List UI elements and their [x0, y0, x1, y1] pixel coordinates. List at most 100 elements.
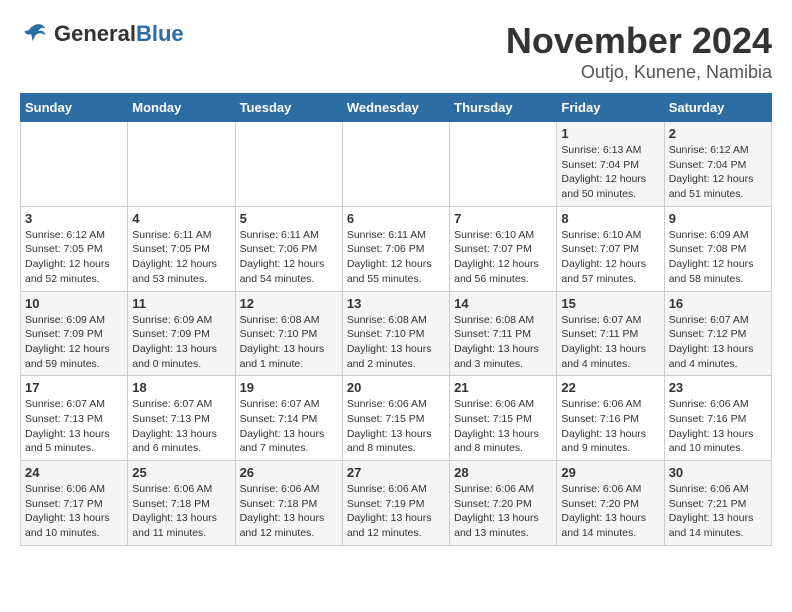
day-number: 6 — [347, 211, 445, 226]
calendar-cell: 18Sunrise: 6:07 AM Sunset: 7:13 PM Dayli… — [128, 376, 235, 461]
calendar-cell: 29 Sunrise: 6:06 AM Sunset: 7:20 PM Dayli… — [557, 461, 664, 546]
day-info: Sunrise: 6:06 AM Sunset: 7:18 PM Dayligh… — [240, 482, 338, 541]
calendar-cell — [450, 122, 557, 207]
day-number: 5 — [240, 211, 338, 226]
calendar-cell — [342, 122, 449, 207]
day-info: Sunrise: 6:09 AM Sunset: 7:09 PM Dayligh… — [132, 313, 230, 372]
calendar-cell: 15Sunrise: 6:07 AM Sunset: 7:11 PM Dayli… — [557, 291, 664, 376]
day-number: 10 — [25, 296, 123, 311]
day-info: Sunrise: 6:11 AM Sunset: 7:05 PM Dayligh… — [132, 228, 230, 287]
calendar-cell: 7 Sunrise: 6:10 AM Sunset: 7:07 PM Daylig… — [450, 206, 557, 291]
day-info: Sunrise: 6:06 AM Sunset: 7:20 PM Dayligh… — [454, 482, 552, 541]
calendar-cell — [235, 122, 342, 207]
weekday-header: Sunday — [21, 94, 128, 122]
calendar-cell: 21 Sunrise: 6:06 AM Sunset: 7:15 PM Dayli… — [450, 376, 557, 461]
day-number: 1 — [561, 126, 659, 141]
calendar-cell: 9 Sunrise: 6:09 AM Sunset: 7:08 PM Daylig… — [664, 206, 771, 291]
title-block: November 2024 Outjo, Kunene, Namibia — [506, 20, 772, 83]
calendar-week-row: 1 Sunrise: 6:13 AM Sunset: 7:04 PM Daylig… — [21, 122, 772, 207]
day-number: 23 — [669, 380, 767, 395]
calendar-cell — [128, 122, 235, 207]
day-number: 20 — [347, 380, 445, 395]
day-info: Sunrise: 6:06 AM Sunset: 7:16 PM Dayligh… — [669, 397, 767, 456]
logo-bird-icon — [20, 20, 48, 48]
calendar-cell: 11Sunrise: 6:09 AM Sunset: 7:09 PM Dayli… — [128, 291, 235, 376]
day-info: Sunrise: 6:06 AM Sunset: 7:16 PM Dayligh… — [561, 397, 659, 456]
calendar-cell: 20Sunrise: 6:06 AM Sunset: 7:15 PM Dayli… — [342, 376, 449, 461]
day-info: Sunrise: 6:07 AM Sunset: 7:12 PM Dayligh… — [669, 313, 767, 372]
day-info: Sunrise: 6:12 AM Sunset: 7:05 PM Dayligh… — [25, 228, 123, 287]
day-info: Sunrise: 6:11 AM Sunset: 7:06 PM Dayligh… — [240, 228, 338, 287]
day-number: 28 — [454, 465, 552, 480]
calendar: SundayMondayTuesdayWednesdayThursdayFrid… — [20, 93, 772, 546]
day-number: 22 — [561, 380, 659, 395]
weekday-header-row: SundayMondayTuesdayWednesdayThursdayFrid… — [21, 94, 772, 122]
day-number: 24 — [25, 465, 123, 480]
day-info: Sunrise: 6:06 AM Sunset: 7:19 PM Dayligh… — [347, 482, 445, 541]
day-number: 12 — [240, 296, 338, 311]
day-number: 29 — [561, 465, 659, 480]
weekday-header: Friday — [557, 94, 664, 122]
day-number: 18 — [132, 380, 230, 395]
day-info: Sunrise: 6:08 AM Sunset: 7:11 PM Dayligh… — [454, 313, 552, 372]
day-number: 25 — [132, 465, 230, 480]
calendar-cell: 2 Sunrise: 6:12 AM Sunset: 7:04 PM Daylig… — [664, 122, 771, 207]
day-info: Sunrise: 6:09 AM Sunset: 7:08 PM Dayligh… — [669, 228, 767, 287]
day-number: 14 — [454, 296, 552, 311]
calendar-cell — [21, 122, 128, 207]
day-info: Sunrise: 6:13 AM Sunset: 7:04 PM Dayligh… — [561, 143, 659, 202]
calendar-week-row: 24 Sunrise: 6:06 AM Sunset: 7:17 PM Dayli… — [21, 461, 772, 546]
day-info: Sunrise: 6:11 AM Sunset: 7:06 PM Dayligh… — [347, 228, 445, 287]
month-title: November 2024 — [506, 20, 772, 62]
day-info: Sunrise: 6:06 AM Sunset: 7:21 PM Dayligh… — [669, 482, 767, 541]
day-number: 9 — [669, 211, 767, 226]
day-info: Sunrise: 6:06 AM Sunset: 7:20 PM Dayligh… — [561, 482, 659, 541]
logo: GeneralBlue — [20, 20, 184, 48]
calendar-cell: 24 Sunrise: 6:06 AM Sunset: 7:17 PM Dayli… — [21, 461, 128, 546]
logo-text: GeneralBlue — [54, 23, 184, 46]
day-info: Sunrise: 6:08 AM Sunset: 7:10 PM Dayligh… — [240, 313, 338, 372]
calendar-cell: 10 Sunrise: 6:09 AM Sunset: 7:09 PM Dayli… — [21, 291, 128, 376]
day-info: Sunrise: 6:09 AM Sunset: 7:09 PM Dayligh… — [25, 313, 123, 372]
day-info: Sunrise: 6:10 AM Sunset: 7:07 PM Dayligh… — [454, 228, 552, 287]
day-number: 3 — [25, 211, 123, 226]
calendar-week-row: 17 Sunrise: 6:07 AM Sunset: 7:13 PM Dayli… — [21, 376, 772, 461]
page-header: GeneralBlue November 2024 Outjo, Kunene,… — [20, 20, 772, 83]
day-info: Sunrise: 6:06 AM Sunset: 7:18 PM Dayligh… — [132, 482, 230, 541]
calendar-cell: 25 Sunrise: 6:06 AM Sunset: 7:18 PM Dayli… — [128, 461, 235, 546]
calendar-cell: 16 Sunrise: 6:07 AM Sunset: 7:12 PM Dayli… — [664, 291, 771, 376]
day-number: 2 — [669, 126, 767, 141]
calendar-cell: 3 Sunrise: 6:12 AM Sunset: 7:05 PM Daylig… — [21, 206, 128, 291]
day-info: Sunrise: 6:06 AM Sunset: 7:15 PM Dayligh… — [454, 397, 552, 456]
calendar-cell: 13 Sunrise: 6:08 AM Sunset: 7:10 PM Dayli… — [342, 291, 449, 376]
calendar-cell: 30Sunrise: 6:06 AM Sunset: 7:21 PM Dayli… — [664, 461, 771, 546]
calendar-cell: 23 Sunrise: 6:06 AM Sunset: 7:16 PM Dayli… — [664, 376, 771, 461]
day-number: 17 — [25, 380, 123, 395]
calendar-cell: 26 Sunrise: 6:06 AM Sunset: 7:18 PM Dayli… — [235, 461, 342, 546]
day-number: 7 — [454, 211, 552, 226]
day-info: Sunrise: 6:07 AM Sunset: 7:14 PM Dayligh… — [240, 397, 338, 456]
calendar-cell: 4Sunrise: 6:11 AM Sunset: 7:05 PM Daylig… — [128, 206, 235, 291]
calendar-cell: 5 Sunrise: 6:11 AM Sunset: 7:06 PM Daylig… — [235, 206, 342, 291]
day-number: 21 — [454, 380, 552, 395]
day-info: Sunrise: 6:08 AM Sunset: 7:10 PM Dayligh… — [347, 313, 445, 372]
weekday-header: Thursday — [450, 94, 557, 122]
day-number: 8 — [561, 211, 659, 226]
weekday-header: Saturday — [664, 94, 771, 122]
calendar-cell: 17 Sunrise: 6:07 AM Sunset: 7:13 PM Dayli… — [21, 376, 128, 461]
day-number: 26 — [240, 465, 338, 480]
calendar-cell: 27 Sunrise: 6:06 AM Sunset: 7:19 PM Dayli… — [342, 461, 449, 546]
calendar-cell: 8 Sunrise: 6:10 AM Sunset: 7:07 PM Daylig… — [557, 206, 664, 291]
calendar-week-row: 10 Sunrise: 6:09 AM Sunset: 7:09 PM Dayli… — [21, 291, 772, 376]
calendar-cell: 28 Sunrise: 6:06 AM Sunset: 7:20 PM Dayli… — [450, 461, 557, 546]
day-info: Sunrise: 6:07 AM Sunset: 7:13 PM Dayligh… — [25, 397, 123, 456]
day-info: Sunrise: 6:12 AM Sunset: 7:04 PM Dayligh… — [669, 143, 767, 202]
calendar-cell: 1 Sunrise: 6:13 AM Sunset: 7:04 PM Daylig… — [557, 122, 664, 207]
day-info: Sunrise: 6:10 AM Sunset: 7:07 PM Dayligh… — [561, 228, 659, 287]
day-info: Sunrise: 6:06 AM Sunset: 7:17 PM Dayligh… — [25, 482, 123, 541]
day-number: 13 — [347, 296, 445, 311]
day-number: 27 — [347, 465, 445, 480]
day-number: 16 — [669, 296, 767, 311]
weekday-header: Wednesday — [342, 94, 449, 122]
logo-blue: Blue — [136, 21, 184, 46]
